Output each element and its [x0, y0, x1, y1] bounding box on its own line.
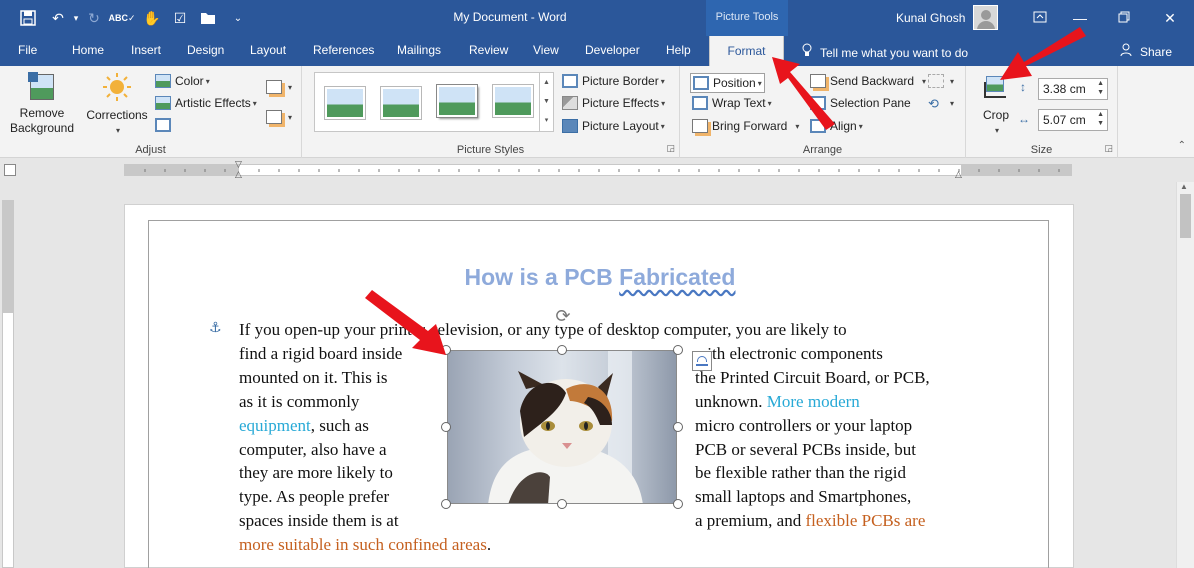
arrow-to-crop [1000, 27, 1086, 80]
arrow-to-picture [365, 290, 446, 355]
arrow-to-format-tab [772, 57, 835, 130]
annotation-arrows [365, 27, 1086, 355]
